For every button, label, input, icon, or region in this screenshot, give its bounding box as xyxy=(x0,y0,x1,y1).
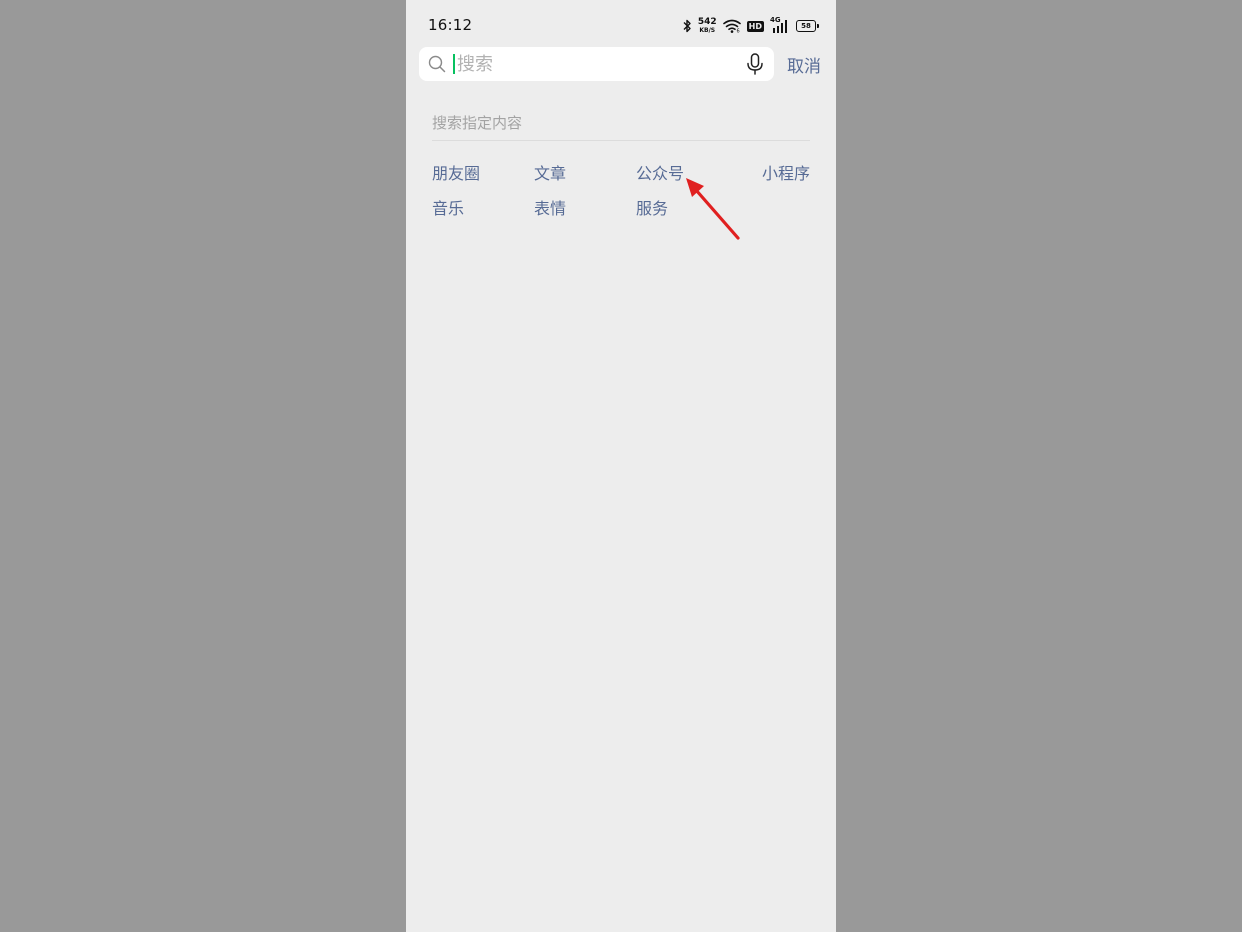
microphone-icon[interactable] xyxy=(745,53,765,75)
category-articles[interactable]: 文章 xyxy=(534,160,566,184)
category-stickers[interactable]: 表情 xyxy=(534,195,566,219)
network-speed: 542 KB/S xyxy=(697,17,717,35)
cancel-button[interactable]: 取消 xyxy=(787,52,821,77)
red-arrow-icon xyxy=(686,178,740,240)
network-speed-unit: KB/S xyxy=(699,27,716,34)
battery-icon: 58 xyxy=(796,20,819,32)
backdrop: 16:12 542 KB/S 6 HD 4G 58 搜索 取消 搜索指定内容 朋… xyxy=(0,0,1242,932)
status-icons: 542 KB/S 6 HD 4G 58 xyxy=(682,16,819,36)
section-title: 搜索指定内容 xyxy=(432,114,523,132)
bluetooth-icon xyxy=(683,19,691,33)
search-icon xyxy=(428,55,446,73)
search-box[interactable] xyxy=(419,47,774,81)
divider xyxy=(432,140,810,141)
signal-icon xyxy=(773,20,787,33)
search-input[interactable] xyxy=(457,47,737,81)
svg-text:6: 6 xyxy=(736,29,739,34)
category-music[interactable]: 音乐 xyxy=(432,195,464,219)
network-speed-value: 542 xyxy=(697,17,717,27)
hd-badge: HD xyxy=(746,20,764,32)
category-official-accounts[interactable]: 公众号 xyxy=(636,160,684,184)
status-time: 16:12 xyxy=(428,16,473,34)
wifi-icon: 6 xyxy=(722,19,741,34)
text-cursor xyxy=(453,54,455,74)
battery-level: 58 xyxy=(801,22,811,30)
signal-indicator: 4G xyxy=(770,16,790,34)
phone-screen: 16:12 542 KB/S 6 HD 4G 58 搜索 取消 搜索指定内容 朋… xyxy=(406,0,836,932)
category-moments[interactable]: 朋友圈 xyxy=(432,160,480,184)
category-services[interactable]: 服务 xyxy=(636,195,668,219)
category-mini-programs[interactable]: 小程序 xyxy=(762,160,810,184)
